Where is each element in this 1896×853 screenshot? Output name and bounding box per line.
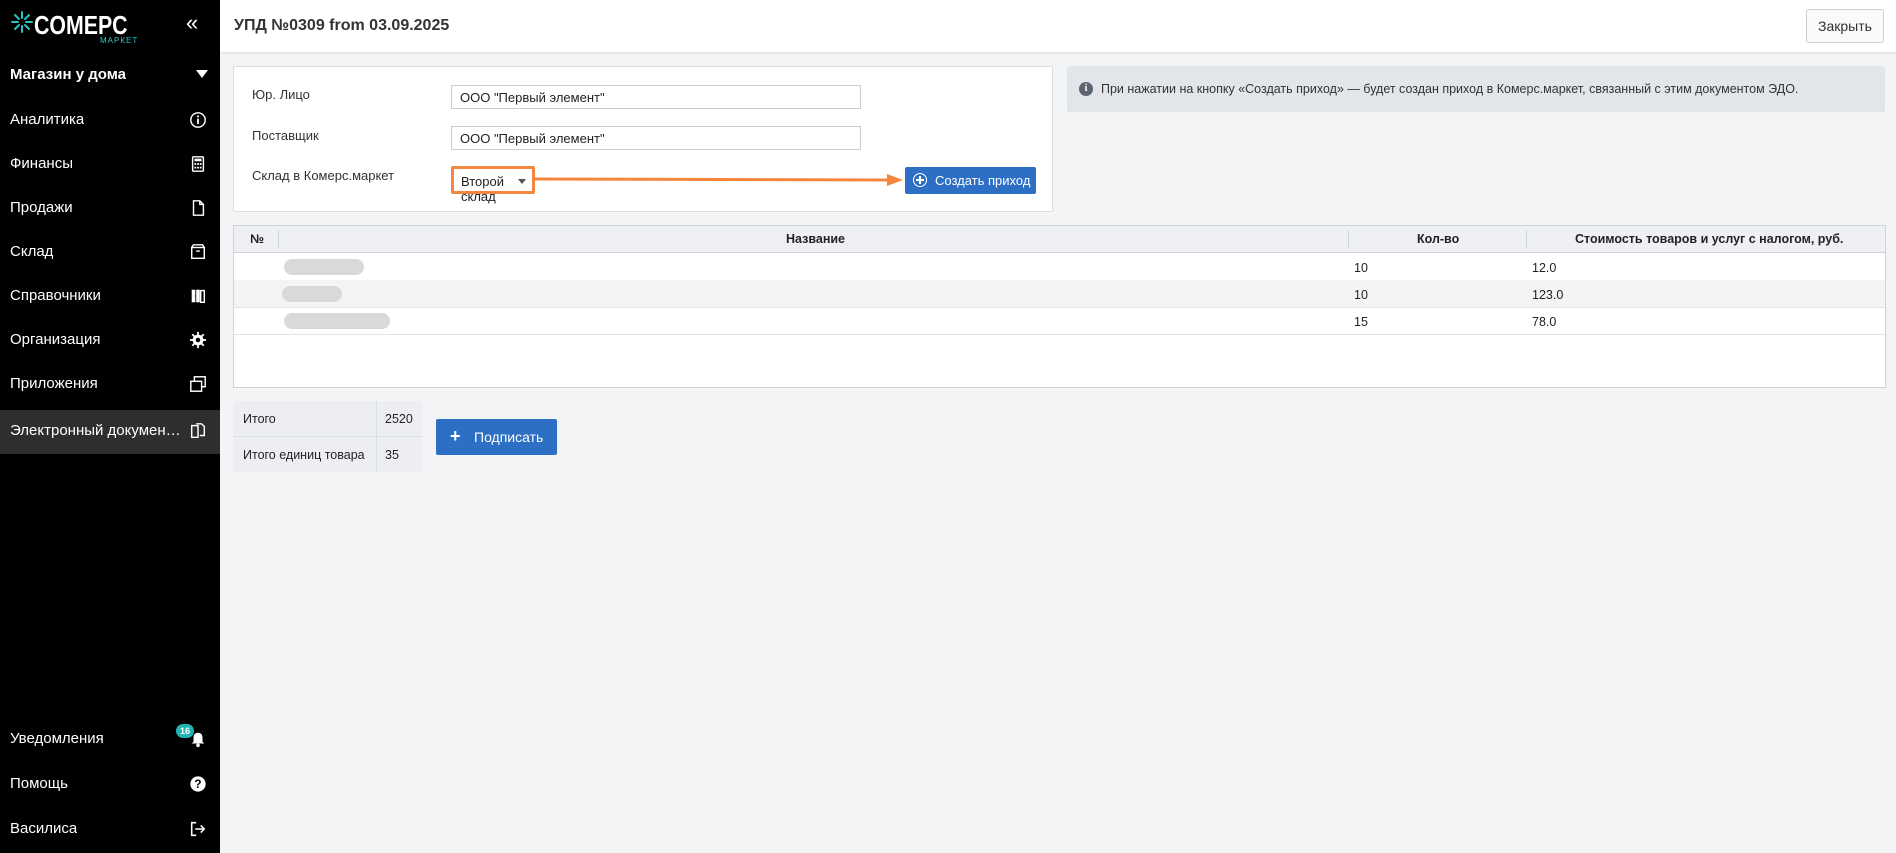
page-header: УПД №0309 from 03.09.2025 Закрыть: [220, 0, 1896, 52]
warehouse-select[interactable]: Второй склад: [451, 166, 535, 204]
sidebar-item-sales[interactable]: Продажи: [0, 187, 220, 231]
collapse-sidebar-icon[interactable]: «: [186, 10, 198, 36]
sidebar-item-label: Приложения: [10, 375, 98, 392]
table-row[interactable]: 15 78.0: [234, 307, 1885, 335]
sidebar-item-warehouse[interactable]: Склад: [0, 231, 220, 275]
total-value: 2520: [385, 412, 413, 426]
sidebar-item-edo[interactable]: Электронный документо...: [0, 410, 220, 454]
redacted-name: [284, 259, 364, 275]
notification-badge: 16: [176, 724, 194, 738]
sidebar: COMEPC МАРКЕТ « Магазин у дома Аналитика…: [0, 0, 220, 853]
sidebar-item-analytics[interactable]: Аналитика: [0, 99, 220, 143]
supplier-label: Поставщик: [252, 128, 319, 143]
sidebar-item-label: Уведомления: [10, 730, 104, 747]
info-text: При нажатии на кнопку «Создать приход» —…: [1101, 82, 1799, 96]
sidebar-item-label: Финансы: [10, 155, 73, 172]
warehouse-label: Склад в Комерс.маркет: [252, 168, 395, 183]
items-table: № Название Кол-во Стоимость товаров и ус…: [233, 225, 1886, 388]
document-icon: [192, 200, 205, 216]
legal-entity-field[interactable]: [451, 85, 861, 109]
gear-icon: [189, 331, 207, 349]
info-message: i При нажатии на кнопку «Создать приход»…: [1067, 66, 1885, 112]
calculator-icon: [191, 156, 205, 172]
row-cost: 12.0: [1532, 261, 1557, 275]
create-receipt-button[interactable]: Создать приход: [905, 167, 1036, 194]
sidebar-item-apps[interactable]: Приложения: [0, 363, 220, 407]
plus-circle-icon: [913, 173, 927, 187]
table-row[interactable]: 10 12.0: [234, 253, 1885, 281]
column-separator: [1526, 230, 1527, 248]
table-row[interactable]: 10 123.0: [234, 280, 1885, 308]
sidebar-item-label: Помощь: [10, 775, 68, 792]
sidebar-item-label: Аналитика: [10, 111, 85, 128]
info-circle-icon: [190, 112, 206, 128]
column-separator: [278, 230, 279, 248]
store-name: Магазин у дома: [10, 66, 126, 83]
windows-icon: [190, 376, 206, 392]
sidebar-item-label: Продажи: [10, 199, 73, 216]
sign-button[interactable]: + Подписать: [436, 419, 557, 455]
caret-down-icon: [518, 179, 526, 184]
table-header: № Название Кол-во Стоимость товаров и ус…: [234, 226, 1885, 253]
column-number: №: [250, 232, 264, 246]
user-name: Василиса: [10, 820, 78, 837]
sparkle-logo-icon: [11, 11, 33, 33]
sidebar-item-label: Организация: [10, 331, 101, 348]
column-name: Название: [786, 232, 846, 246]
units-row: Итого единиц товара 35: [233, 436, 422, 472]
caret-down-icon: [196, 70, 208, 78]
books-icon: [191, 289, 206, 304]
store-selector[interactable]: Магазин у дома: [10, 66, 210, 86]
create-receipt-label: Создать приход: [935, 173, 1031, 188]
plus-icon: +: [450, 426, 461, 446]
redacted-name: [284, 313, 390, 329]
sidebar-item-label: Электронный документо...: [10, 422, 185, 439]
page-title: УПД №0309 from 03.09.2025: [234, 17, 450, 34]
brand-subtitle: МАРКЕТ: [100, 36, 139, 45]
sign-label: Подписать: [474, 429, 544, 445]
sidebar-item-organization[interactable]: Организация: [0, 319, 220, 363]
logout-icon: [190, 821, 206, 837]
column-quantity: Кол-во: [1417, 232, 1460, 246]
sidebar-item-label: Склад: [10, 243, 54, 260]
row-cost: 78.0: [1532, 315, 1557, 329]
sidebar-item-finance[interactable]: Финансы: [0, 143, 220, 187]
units-label: Итого единиц товара: [243, 448, 365, 462]
row-cost: 123.0: [1532, 288, 1564, 302]
document-form: Юр. Лицо Поставщик Склад в Комерс.маркет…: [233, 66, 1053, 212]
sidebar-item-label: Справочники: [10, 287, 101, 304]
column-separator: [1348, 230, 1349, 248]
total-label: Итого: [243, 412, 276, 426]
sidebar-item-user[interactable]: Василиса: [0, 808, 220, 852]
row-quantity: 15: [1354, 315, 1368, 329]
totals-panel: Итого 2520 Итого единиц товара 35: [233, 401, 422, 472]
svg-text:?: ?: [194, 778, 201, 791]
brand-logo[interactable]: COMEPC МАРКЕТ: [10, 8, 160, 46]
sidebar-item-references[interactable]: Справочники: [0, 275, 220, 319]
supplier-field[interactable]: [451, 126, 861, 150]
redacted-name: [282, 286, 342, 302]
help-icon: ?: [190, 776, 206, 792]
sidebar-item-help[interactable]: Помощь ?: [0, 763, 220, 807]
sidebar-item-notifications[interactable]: Уведомления 16: [0, 718, 220, 762]
annotation-arrow: [535, 174, 903, 186]
legal-entity-label: Юр. Лицо: [252, 87, 310, 102]
units-value: 35: [385, 448, 399, 462]
row-quantity: 10: [1354, 261, 1368, 275]
info-icon: i: [1079, 82, 1093, 96]
total-row: Итого 2520: [233, 401, 422, 436]
box-icon: [190, 244, 206, 260]
documents-icon: [190, 423, 206, 439]
row-quantity: 10: [1354, 288, 1368, 302]
close-button[interactable]: Закрыть: [1806, 9, 1884, 43]
column-cost: Стоимость товаров и услуг с налогом, руб…: [1575, 232, 1844, 246]
